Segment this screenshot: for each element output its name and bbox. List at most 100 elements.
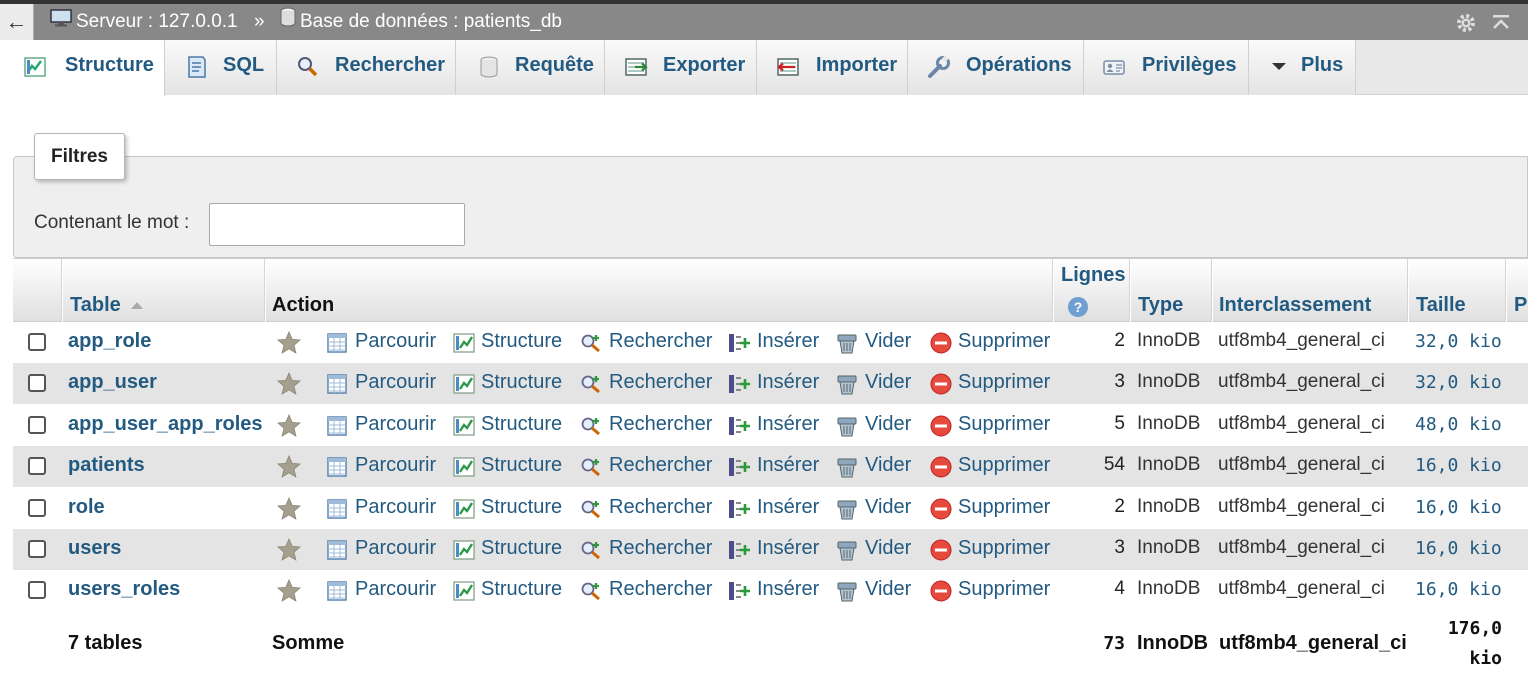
action-browse-label: Parcourir [355,413,437,435]
drop-icon [929,455,953,479]
favorite-star-icon[interactable] [276,578,302,604]
tab-sql[interactable]: SQL [165,40,277,95]
row-checkbox[interactable] [28,333,46,351]
action-search-label: Rechercher [609,496,713,518]
table-name-link[interactable]: patients [68,454,145,477]
search-icon [579,538,603,562]
row-checkbox[interactable] [28,374,46,392]
table-name-link[interactable]: app_user [68,371,157,394]
table-name-link[interactable]: app_role [68,330,151,353]
column-header-table[interactable]: Table [70,294,143,317]
footer-size-value: 176,0 [1447,618,1502,639]
row-size-link[interactable]: 48,0 kio [1415,414,1502,435]
tab-more[interactable]: Plus [1249,40,1356,95]
tab-search-label: Rechercher [335,54,446,76]
row-size-link[interactable]: 32,0 kio [1415,331,1502,352]
empty-icon [835,331,859,355]
row-checkbox[interactable] [28,581,46,599]
action-drop-label: Supprimer [958,330,1051,352]
action-search-label: Rechercher [609,578,713,600]
gear-icon[interactable] [1455,12,1477,34]
action-structure-label: Structure [481,371,563,393]
help-icon[interactable]: ? [1068,297,1088,317]
row-checkbox[interactable] [28,499,46,517]
tab-query-label: Requête [515,54,594,76]
row-type: InnoDB [1137,371,1201,392]
tab-structure[interactable]: Structure [8,40,165,96]
table-row: users Parcourir Structure Rechercher Insérer… [13,529,1528,570]
export-icon [623,54,649,80]
table-name-link[interactable]: users_roles [68,578,180,601]
tab-import[interactable]: Importer [757,40,908,95]
row-collation: utf8mb4_general_ci [1218,537,1385,558]
row-type: InnoDB [1137,454,1201,475]
column-header-size[interactable]: Taille [1416,294,1466,317]
footer-rows-total: 73 [1103,633,1125,654]
tab-search[interactable]: Rechercher [277,40,456,95]
favorite-star-icon[interactable] [276,537,302,563]
empty-icon [835,497,859,521]
row-checkbox[interactable] [28,416,46,434]
insert-icon [727,497,751,521]
table-name-link[interactable]: users [68,537,121,560]
scroll-to-top-icon[interactable] [1490,12,1512,34]
row-type: InnoDB [1137,413,1201,434]
row-size-link[interactable]: 16,0 kio [1415,579,1502,600]
structure-icon [452,331,476,355]
favorite-star-icon[interactable] [276,413,302,439]
favorite-star-icon[interactable] [276,454,302,480]
browse-icon [325,372,349,396]
favorite-star-icon[interactable] [276,371,302,397]
action-search-label: Rechercher [609,413,713,435]
table-name-link[interactable]: app_user_app_roles [68,413,263,436]
row-size-link[interactable]: 16,0 kio [1415,497,1502,518]
column-header-overhead[interactable]: Pe [1514,294,1528,317]
query-icon [476,54,502,80]
action-drop-label: Supprimer [958,454,1051,476]
drop-icon [929,579,953,603]
tab-operations[interactable]: Opérations [908,40,1084,95]
row-type: InnoDB [1137,578,1201,599]
row-size-link[interactable]: 16,0 kio [1415,538,1502,559]
row-collation: utf8mb4_general_ci [1218,413,1385,434]
action-search-label: Rechercher [609,330,713,352]
footer-tables-count: 7 tables [68,632,143,654]
drop-icon [929,538,953,562]
row-checkbox[interactable] [28,457,46,475]
tab-privileges[interactable]: Privilèges [1084,40,1249,95]
column-header-type[interactable]: Type [1138,294,1183,317]
column-header-rows[interactable]: Lignes [1061,264,1125,287]
row-type: InnoDB [1137,330,1201,351]
sql-icon [183,54,209,80]
table-row: app_role Parcourir Structure Rechercher Insé… [13,322,1528,363]
filter-input[interactable] [209,203,465,246]
row-count: 54 [1103,454,1125,475]
action-structure-label: Structure [481,537,563,559]
column-header-collation[interactable]: Interclassement [1219,294,1371,317]
table-name-link[interactable]: role [68,496,105,519]
top-navigation-bar: ← Serveur : 127.0.0.1 » Base de données … [0,0,1528,40]
structure-icon [452,372,476,396]
breadcrumb-database[interactable]: Base de données : patients_db [280,4,562,40]
row-type: InnoDB [1137,496,1201,517]
action-empty-label: Vider [865,454,912,476]
row-type: InnoDB [1137,537,1201,558]
row-count: 5 [1114,413,1125,434]
database-icon [280,4,296,40]
collapse-navigation-button[interactable]: ← [0,4,34,40]
browse-icon [325,497,349,521]
search-icon [579,372,603,396]
favorite-star-icon[interactable] [276,330,302,356]
row-checkbox[interactable] [28,540,46,558]
tab-export[interactable]: Exporter [605,40,757,95]
row-size-link[interactable]: 32,0 kio [1415,372,1502,393]
tab-query[interactable]: Requête [456,40,605,95]
action-search-label: Rechercher [609,371,713,393]
row-count: 3 [1114,537,1125,558]
structure-icon [452,414,476,438]
action-insert-label: Insérer [757,454,820,476]
row-collation: utf8mb4_general_ci [1218,496,1385,517]
breadcrumb-server[interactable]: Serveur : 127.0.0.1 [50,4,238,40]
row-size-link[interactable]: 16,0 kio [1415,455,1502,476]
favorite-star-icon[interactable] [276,496,302,522]
